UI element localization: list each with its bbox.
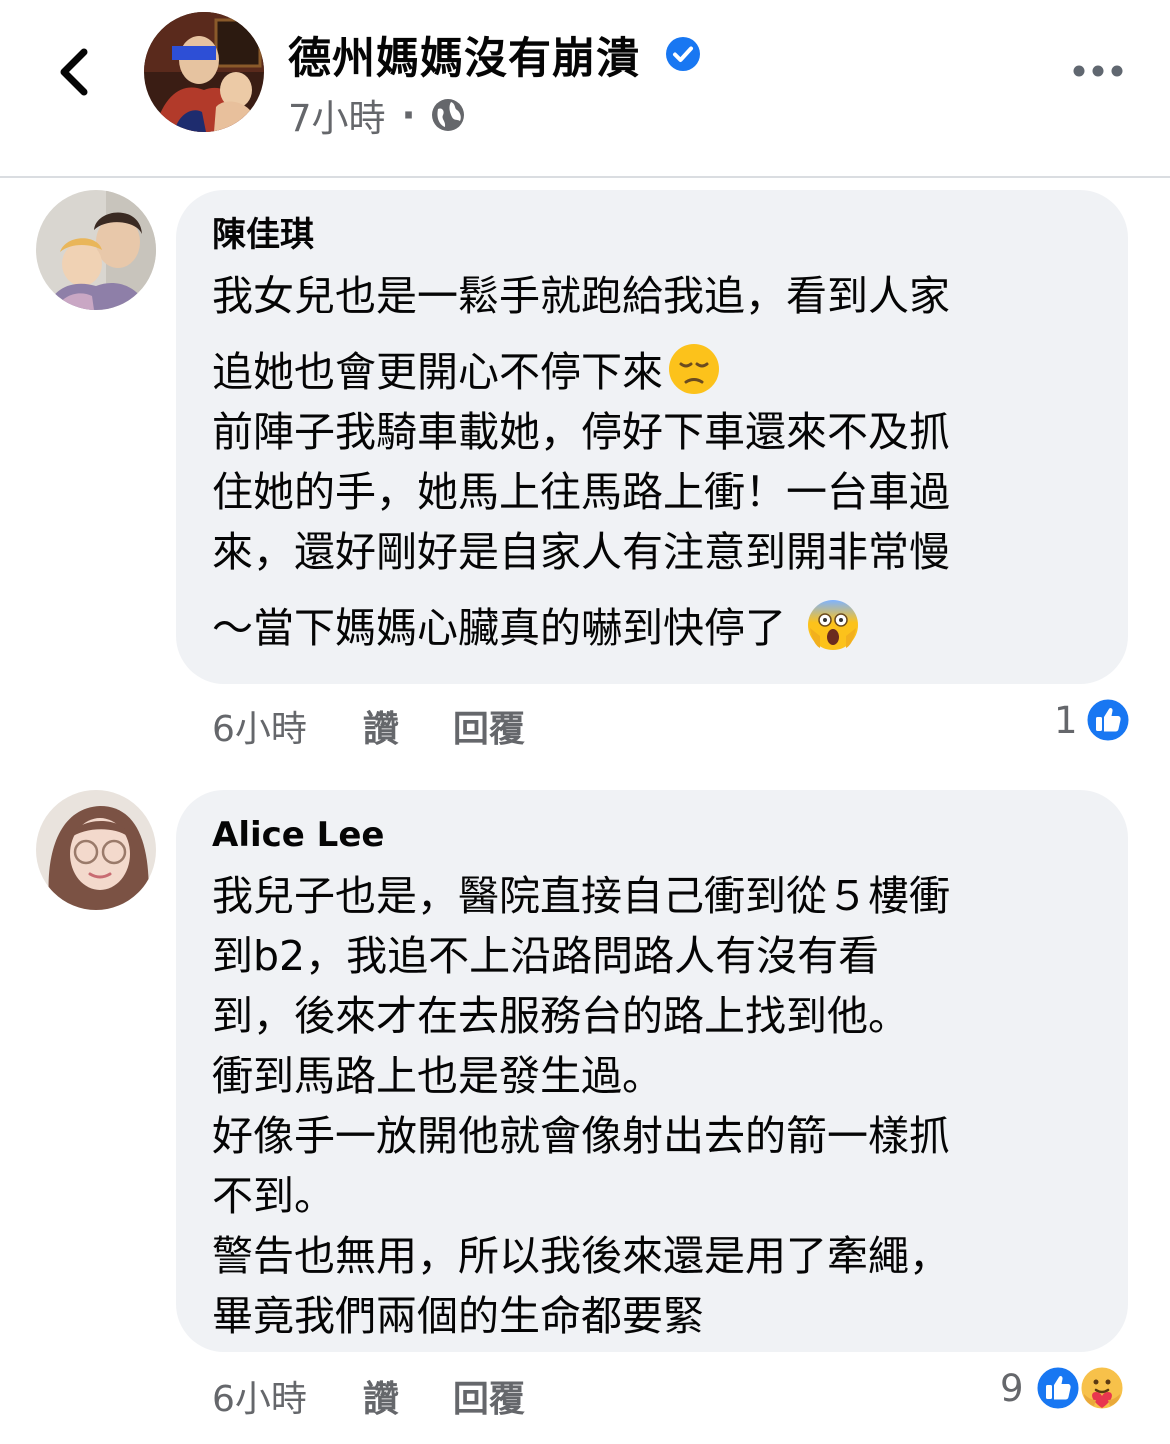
comment-author[interactable]: 陳佳琪 — [212, 212, 1092, 258]
more-dots-icon — [1073, 65, 1123, 77]
header-divider — [0, 176, 1170, 178]
comment-line-with-emoji: 追她也會更開心不停下來 — [212, 342, 1092, 402]
like-button[interactable]: 讚 — [363, 700, 399, 752]
comment-line: 不到。 — [212, 1172, 335, 1220]
comment-line: 我兒子也是，醫院直接自己衝到從５樓衝 — [212, 872, 950, 920]
reply-button[interactable]: 回覆 — [453, 700, 525, 752]
comment-actions: 6小時 讚 回覆 — [212, 1370, 525, 1422]
verified-badge-icon — [666, 37, 700, 71]
chevron-left-icon — [60, 48, 88, 96]
more-options-button[interactable] — [1072, 58, 1124, 84]
post-header: 德州媽媽沒有崩潰 7小時 · — [0, 0, 1170, 176]
comment-text: 我兒子也是，醫院直接自己衝到從５樓衝 到b2，我追不上沿路問路人有沒有看 到，後… — [212, 866, 1092, 1346]
comment-bubble: Alice Lee 我兒子也是，醫院直接自己衝到從５樓衝 到b2，我追不上沿路問… — [176, 790, 1128, 1352]
comment-line: 好像手一放開他就會像射出去的箭一樣抓 — [212, 1112, 950, 1160]
comment-avatar[interactable] — [36, 790, 156, 910]
like-button[interactable]: 讚 — [363, 1370, 399, 1422]
pensive-face-emoji — [669, 344, 719, 394]
comment-actions: 6小時 讚 回覆 — [212, 700, 525, 752]
comment-line: 住她的手，她馬上往馬路上衝！一台車過 — [212, 468, 950, 516]
post-meta: 7小時 · — [288, 88, 466, 142]
comment-line: 畢竟我們兩個的生命都要緊 — [212, 1292, 704, 1340]
like-reaction-icon — [1084, 696, 1132, 744]
care-reaction-icon — [1078, 1364, 1126, 1412]
page-avatar[interactable] — [144, 12, 264, 132]
reaction-count: 9 — [1000, 1366, 1024, 1410]
back-button[interactable] — [46, 42, 106, 102]
comment-line: ～當下媽媽心臟真的嚇到快停了 — [212, 604, 786, 652]
comment-avatar[interactable] — [36, 190, 156, 310]
post-time[interactable]: 7小時 — [288, 88, 386, 142]
comment-line: 警告也無用，所以我後來還是用了牽繩， — [212, 1232, 950, 1280]
separator-dot: · — [401, 93, 416, 137]
comment-line: 追她也會更開心不停下來 — [212, 348, 663, 396]
reaction-summary[interactable]: 9 — [1000, 1364, 1126, 1412]
comment-time[interactable]: 6小時 — [212, 700, 307, 752]
reaction-count: 1 — [1054, 698, 1078, 742]
comment-line: 到，後來才在去服務台的路上找到他。 — [212, 992, 909, 1040]
comment-author[interactable]: Alice Lee — [212, 812, 1092, 858]
comment-line: 到b2，我追不上沿路問路人有沒有看 — [212, 932, 880, 980]
comment-line-with-emoji: ～當下媽媽心臟真的嚇到快停了 — [212, 598, 1092, 658]
reply-button[interactable]: 回覆 — [453, 1370, 525, 1422]
like-reaction-icon — [1034, 1364, 1082, 1412]
screaming-face-emoji — [808, 600, 858, 650]
comment-line: 衝到馬路上也是發生過。 — [212, 1052, 663, 1100]
reaction-summary[interactable]: 1 — [1054, 696, 1132, 744]
comment-text: 我女兒也是一鬆手就跑給我追，看到人家 追她也會更開心不停下來 前陣子我騎車載她，… — [212, 266, 1092, 658]
comment-bubble: 陳佳琪 我女兒也是一鬆手就跑給我追，看到人家 追她也會更開心不停下來 前陣子我騎… — [176, 190, 1128, 684]
comment-line: 我女兒也是一鬆手就跑給我追，看到人家 — [212, 272, 950, 320]
comment-line: 前陣子我騎車載她，停好下車還來不及抓 — [212, 408, 950, 456]
page-name[interactable]: 德州媽媽沒有崩潰 — [288, 24, 640, 86]
globe-icon — [431, 99, 464, 131]
comment-time[interactable]: 6小時 — [212, 1370, 307, 1422]
comment-line: 來，還好剛好是自家人有注意到開非常慢 — [212, 528, 950, 576]
